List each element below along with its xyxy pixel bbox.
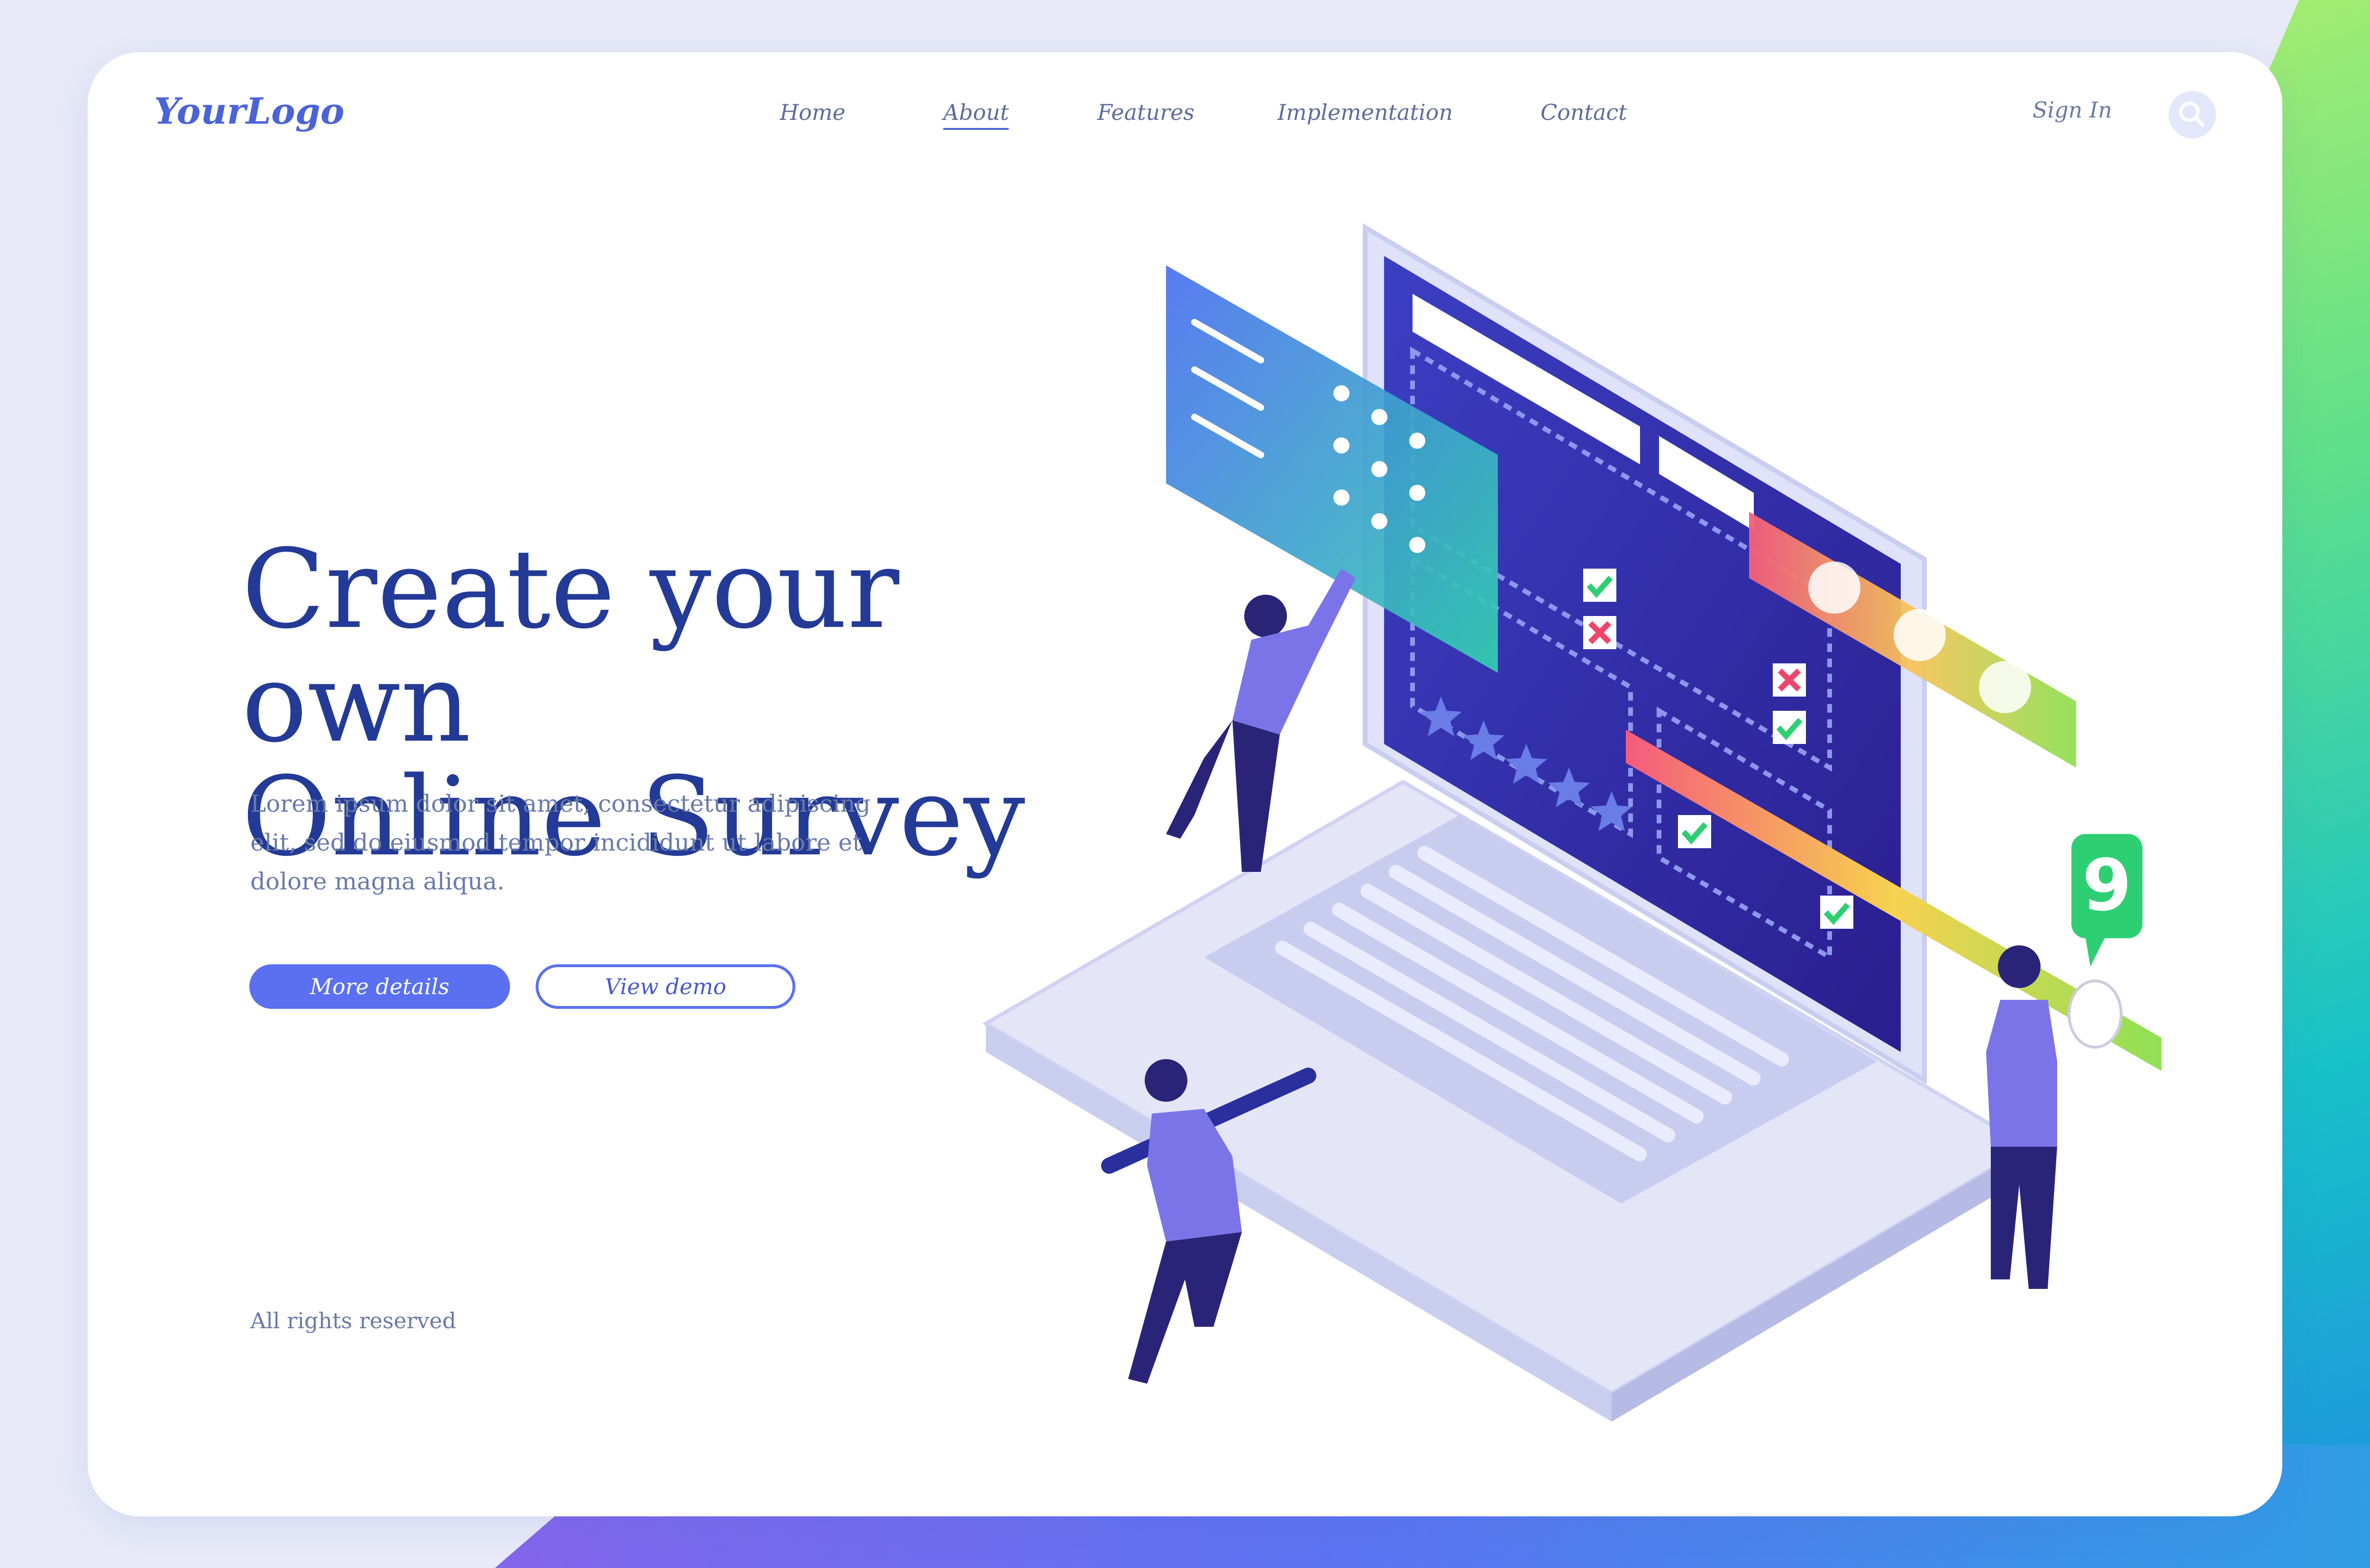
sad-face-icon[interactable] [1808,562,1860,614]
nav-about[interactable]: About [943,100,1009,130]
hero-description: Lorem ipsum dolor sit amet, consectetur … [250,790,871,895]
more-details-button[interactable]: More details [249,964,510,1009]
neutral-face-icon[interactable] [1894,609,1946,661]
nav-contact[interactable]: Contact [1540,100,1627,125]
logo[interactable]: YourLogo [154,90,345,132]
nav-home[interactable]: Home [780,100,846,125]
search-button[interactable] [2169,91,2216,138]
score-badge: 9 [2071,834,2142,967]
nav-implementation[interactable]: Implementation [1277,100,1453,125]
happy-face-icon[interactable] [1979,661,2031,713]
nav-features[interactable]: Features [1097,100,1194,125]
copyright-text: All rights reserved [250,1308,456,1333]
view-demo-button[interactable]: View demo [536,964,795,1009]
survey-illustration: 9 [982,223,2161,1422]
sign-in-link[interactable]: Sign In [2033,97,2112,123]
search-icon [2179,101,2205,127]
slider-handle[interactable] [2068,979,2123,1049]
badge-number: 9 [2082,844,2132,927]
